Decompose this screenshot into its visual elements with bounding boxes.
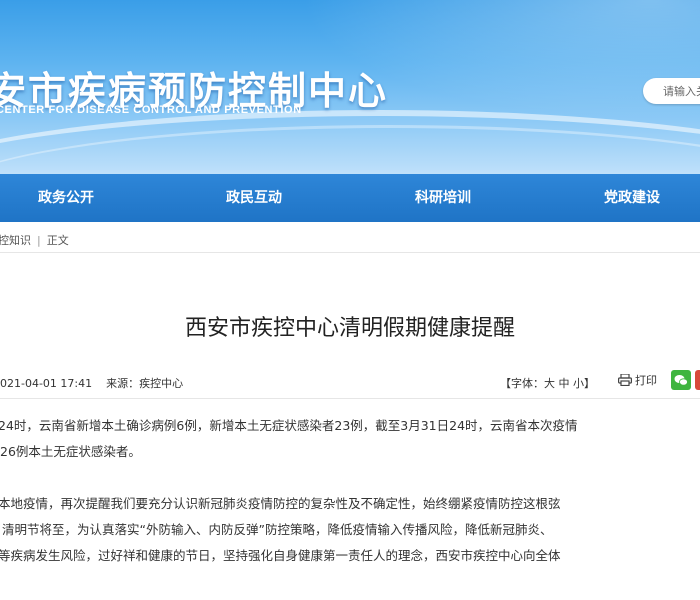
header-banner: 安市疾病预防控制中心 CENTER FOR DISEASE CONTROL AN… — [0, 0, 700, 174]
article-source: 来源：疾控中心 — [106, 377, 184, 390]
breadcrumb: 控知识 | 正文 — [0, 232, 69, 248]
breadcrumb-current: 正文 — [46, 234, 69, 247]
font-size-small[interactable]: 小 — [573, 377, 584, 390]
paragraph-line: 等疾病发生风险，过好祥和健康的节日，坚持强化自身健康第一责任人的理念，西安市疾控… — [0, 548, 561, 563]
nav-item-research-training[interactable]: 科研培训 — [407, 174, 479, 222]
search-input[interactable] — [643, 78, 700, 104]
wechat-share-icon[interactable] — [671, 370, 691, 390]
weibo-share-icon[interactable] — [695, 370, 700, 390]
paragraph-line: 26例本土无症状感染者。 — [0, 444, 141, 459]
site-subtitle: CENTER FOR DISEASE CONTROL AND PREVENTIO… — [0, 104, 302, 116]
nav-item-public-interaction[interactable]: 政民互动 — [218, 174, 290, 222]
print-label: 打印 — [635, 374, 657, 387]
nav-item-government-affairs[interactable]: 政务公开 — [30, 174, 102, 222]
search-box[interactable] — [643, 78, 700, 104]
font-size-large[interactable]: 大 — [544, 377, 555, 390]
paragraph-line: 清明节将至，为认真落实“外防输入、内防反弹”防控策略，降低疫情输入传播风险，降低… — [2, 522, 553, 537]
meta-divider — [0, 398, 700, 399]
paragraph-line: 24时，云南省新增本土确诊病例6例，新增本土无症状感染者23例，截至3月31日2… — [0, 418, 578, 433]
font-size-close: 】 — [584, 377, 595, 390]
font-size-label: 【字体： — [500, 377, 544, 390]
paragraph-line: 本地疫情，再次提醒我们要充分认识新冠肺炎疫情防控的复杂性及不确定性，始终绷紧疫情… — [0, 496, 561, 511]
nav-item-party-building[interactable]: 党政建设 — [596, 174, 668, 222]
article-title: 西安市疾控中心清明假期健康提醒 — [184, 316, 515, 341]
divider — [0, 252, 700, 253]
font-size-medium[interactable]: 中 — [559, 377, 570, 390]
printer-icon — [618, 372, 633, 389]
main-nav: 政务公开 政民互动 科研培训 党政建设 — [0, 174, 700, 222]
print-button[interactable]: 打印 — [618, 372, 657, 389]
breadcrumb-link[interactable]: 控知识 — [0, 234, 31, 247]
article-meta: 021-04-01 17:41 来源：疾控中心 — [0, 375, 183, 391]
font-size-control: 【字体：大 中 小】 — [500, 375, 595, 391]
publish-date: 021-04-01 17:41 — [0, 377, 93, 390]
breadcrumb-separator: | — [37, 234, 41, 247]
